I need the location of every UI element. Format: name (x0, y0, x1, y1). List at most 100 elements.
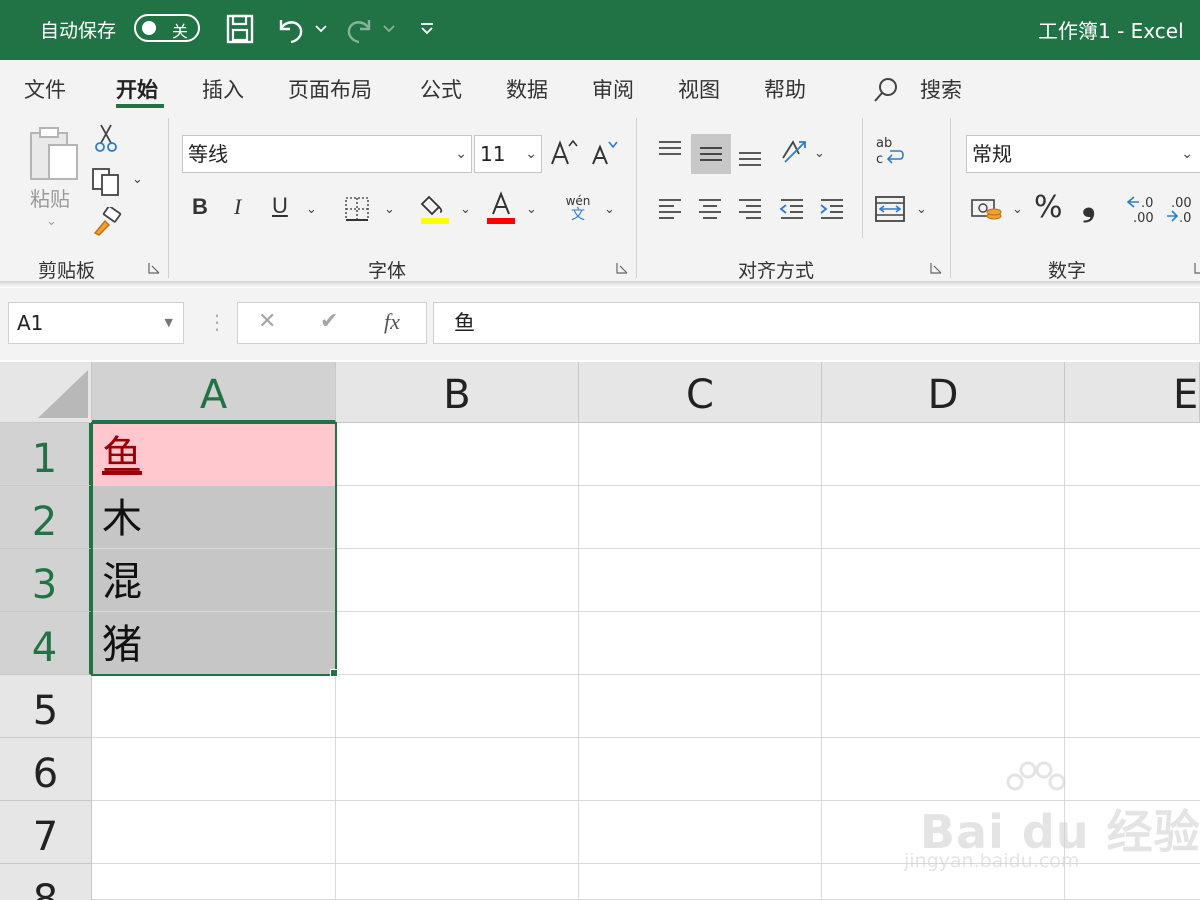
format-painter-button[interactable] (90, 206, 124, 238)
accounting-format-button[interactable] (968, 192, 1006, 226)
row-header-5[interactable]: 5 (0, 675, 92, 738)
column-header-c[interactable]: C (579, 362, 822, 423)
tab-view[interactable]: 视图 (678, 74, 720, 104)
cell-a2[interactable]: 木 (92, 486, 336, 549)
fill-color-button[interactable] (418, 190, 452, 226)
cell-e2[interactable] (1065, 486, 1200, 549)
row-header-8[interactable]: 8 (0, 864, 92, 900)
name-box[interactable]: A1 ▼ (8, 302, 184, 344)
cell-b5[interactable] (336, 675, 579, 738)
cell-e5[interactable] (1065, 675, 1200, 738)
top-align-button[interactable] (652, 134, 688, 168)
font-color-dropdown[interactable]: ⌄ (526, 202, 537, 217)
cell-a3[interactable]: 混 (92, 549, 336, 612)
tab-file[interactable]: 文件 (24, 74, 66, 104)
cell-d1[interactable] (822, 423, 1065, 486)
copy-button[interactable] (88, 164, 124, 198)
dialog-launcher-icon[interactable] (616, 262, 628, 274)
cell-e4[interactable] (1065, 612, 1200, 675)
column-header-e[interactable]: E (1065, 362, 1200, 423)
cell-c6[interactable] (579, 738, 822, 801)
increase-font-size-button[interactable] (548, 136, 580, 170)
tab-insert[interactable]: 插入 (202, 74, 244, 104)
cell-b2[interactable] (336, 486, 579, 549)
font-name-select[interactable]: 等线 ⌄ (182, 135, 472, 173)
phonetic-dropdown[interactable]: ⌄ (604, 202, 615, 217)
cell-b3[interactable] (336, 549, 579, 612)
cell-c2[interactable] (579, 486, 822, 549)
italic-button[interactable]: I (234, 194, 241, 220)
enter-icon[interactable]: ✔ (320, 309, 338, 334)
cell-b1[interactable] (336, 423, 579, 486)
paste-button[interactable] (26, 124, 82, 184)
column-header-d[interactable]: D (822, 362, 1065, 423)
cell-c4[interactable] (579, 612, 822, 675)
save-button[interactable] (222, 12, 258, 46)
cell-b7[interactable] (336, 801, 579, 864)
redo-button[interactable] (342, 12, 378, 46)
bold-button[interactable]: B (192, 194, 208, 220)
cell-a8[interactable] (92, 864, 336, 900)
cancel-icon[interactable]: ✕ (258, 309, 276, 334)
cell-b6[interactable] (336, 738, 579, 801)
cell-e3[interactable] (1065, 549, 1200, 612)
orientation-dropdown[interactable]: ⌄ (814, 146, 825, 161)
row-header-2[interactable]: 2 (0, 486, 92, 549)
borders-button[interactable] (340, 192, 374, 226)
increase-indent-button[interactable] (814, 192, 850, 226)
cell-a5[interactable] (92, 675, 336, 738)
row-header-6[interactable]: 6 (0, 738, 92, 801)
fill-color-dropdown[interactable]: ⌄ (460, 202, 471, 217)
increase-decimal-button[interactable]: .0 .00 (1124, 192, 1160, 226)
cell-a6[interactable] (92, 738, 336, 801)
cell-c7[interactable] (579, 801, 822, 864)
align-right-button[interactable] (732, 192, 768, 226)
copy-dropdown[interactable]: ⌄ (132, 172, 143, 187)
phonetic-guide-button[interactable]: wén 文 (560, 192, 596, 226)
formula-input[interactable]: 鱼 (433, 302, 1200, 344)
paste-label[interactable]: 粘贴 (30, 183, 70, 212)
redo-dropdown[interactable] (380, 12, 398, 46)
middle-align-button[interactable] (691, 134, 731, 174)
column-header-b[interactable]: B (336, 362, 579, 423)
align-center-button[interactable] (692, 192, 728, 226)
formula-bar-grip[interactable]: ⋮ (207, 310, 227, 334)
number-format-select[interactable]: 常规 ⌄ (966, 135, 1200, 173)
cell-b8[interactable] (336, 864, 579, 900)
cell-d5[interactable] (822, 675, 1065, 738)
row-header-7[interactable]: 7 (0, 801, 92, 864)
tab-home[interactable]: 开始 (116, 74, 158, 104)
select-all-button[interactable] (0, 362, 92, 423)
orientation-button[interactable] (776, 134, 812, 168)
wrap-text-button[interactable]: ab c (872, 134, 908, 170)
underline-button[interactable]: U (272, 193, 288, 219)
undo-button[interactable] (272, 12, 308, 46)
dialog-launcher-icon[interactable] (148, 262, 160, 274)
tab-data[interactable]: 数据 (506, 74, 548, 104)
cell-c8[interactable] (579, 864, 822, 900)
cut-button[interactable] (92, 122, 120, 154)
autosave-toggle[interactable]: 关 (134, 14, 200, 42)
align-left-button[interactable] (652, 192, 688, 226)
cell-b4[interactable] (336, 612, 579, 675)
decrease-decimal-button[interactable]: .00 .0 (1164, 192, 1200, 226)
tab-review[interactable]: 审阅 (592, 74, 634, 104)
decrease-indent-button[interactable] (774, 192, 810, 226)
cell-d4[interactable] (822, 612, 1065, 675)
cell-c5[interactable] (579, 675, 822, 738)
undo-dropdown[interactable] (312, 12, 330, 46)
tab-help[interactable]: 帮助 (764, 74, 806, 104)
comma-style-button[interactable]: ❟ (1082, 184, 1095, 224)
merge-center-button[interactable] (872, 192, 908, 226)
dialog-launcher-icon[interactable] (1194, 262, 1200, 274)
decrease-font-size-button[interactable] (588, 136, 620, 170)
font-size-select[interactable]: 11 ⌄ (474, 135, 542, 173)
accounting-dropdown[interactable]: ⌄ (1012, 202, 1023, 217)
cell-a7[interactable] (92, 801, 336, 864)
insert-function-icon[interactable]: fx (384, 309, 400, 335)
cell-c3[interactable] (579, 549, 822, 612)
bottom-align-button[interactable] (732, 138, 768, 172)
row-header-4[interactable]: 4 (0, 612, 92, 675)
cell-e1[interactable] (1065, 423, 1200, 486)
cell-c1[interactable] (579, 423, 822, 486)
